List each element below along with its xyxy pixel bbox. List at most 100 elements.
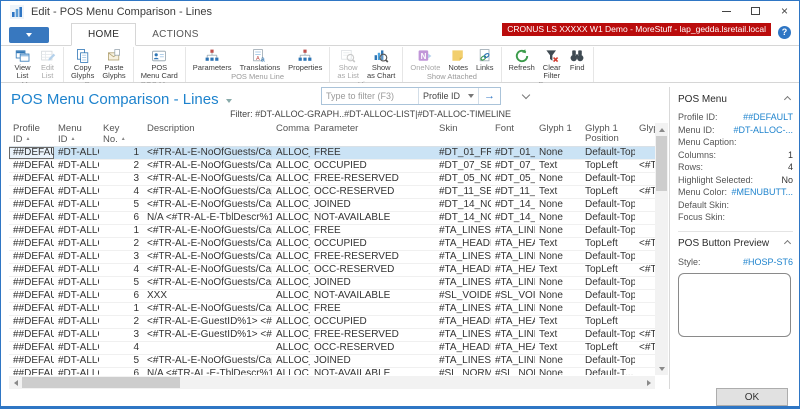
table-row[interactable]: ##DEFAULT#DT-ALLO...6N/A <#TR-AL-E-TblDe… bbox=[9, 212, 668, 225]
cell-parameter[interactable]: OCCUPIED bbox=[310, 238, 435, 250]
cell-glyph[interactable] bbox=[635, 147, 655, 159]
cell-glyph[interactable] bbox=[635, 173, 655, 185]
cell-profile-id[interactable]: ##DEFAULT bbox=[9, 368, 54, 375]
cell-glyph-1-position[interactable]: Default-Top... bbox=[581, 212, 635, 224]
cell-font[interactable]: #SL_VOIDED bbox=[491, 290, 535, 302]
cell-profile-id[interactable]: ##DEFAULT bbox=[9, 290, 54, 302]
cell-parameter[interactable]: NOT-AVAILABLE bbox=[310, 290, 435, 302]
cell-key-no[interactable]: 2 bbox=[99, 160, 143, 172]
table-row[interactable]: ##DEFAULT#DT-ALLO...6XXXALLOC_ST...NOT-A… bbox=[9, 290, 668, 303]
collapse-posmenu-icon[interactable] bbox=[784, 95, 791, 102]
cell-description[interactable]: <#TR-AL-E-NoOfGuests/Cap%1>\<#T... bbox=[143, 238, 272, 250]
cell-profile-id[interactable]: ##DEFAULT bbox=[9, 316, 54, 328]
cell-command[interactable]: ALLOC_ST... bbox=[272, 316, 310, 328]
cell-menu-id[interactable]: #DT-ALLO... bbox=[54, 225, 99, 237]
refresh-button[interactable]: Refresh bbox=[505, 47, 539, 72]
cell-key-no[interactable]: 5 bbox=[99, 277, 143, 289]
cell-glyph-1-position[interactable]: Default-Top... bbox=[581, 329, 635, 341]
cell-menu-id[interactable]: #DT-ALLO... bbox=[54, 329, 99, 341]
cell-glyph-1-position[interactable]: Default-Top... bbox=[581, 277, 635, 289]
cell-key-no[interactable]: 2 bbox=[99, 238, 143, 250]
scroll-right-button[interactable] bbox=[642, 376, 655, 389]
cell-skin[interactable]: #DT_14_NOT... bbox=[435, 199, 491, 211]
cell-parameter[interactable]: FREE-RESERVED bbox=[310, 173, 435, 185]
cell-command[interactable]: ALLOC_ST... bbox=[272, 290, 310, 302]
cell-skin[interactable]: #TA_LINES_ bbox=[435, 355, 491, 367]
cell-skin[interactable]: #TA_LINES bbox=[435, 225, 491, 237]
factbox-field-value[interactable]: #DT-ALLOC-... bbox=[733, 125, 793, 138]
cell-description[interactable] bbox=[143, 342, 272, 354]
paste-glyphs-button[interactable]: Paste Glyphs bbox=[98, 47, 129, 80]
translations-button[interactable]: aATranslations bbox=[236, 47, 285, 72]
cell-command[interactable]: ALLOC_ST... bbox=[272, 212, 310, 224]
cell-profile-id[interactable]: ##DEFAULT bbox=[9, 355, 54, 367]
table-row[interactable]: ##DEFAULT#DT-ALLO...4<#TR-AL-E-NoOfGuest… bbox=[9, 264, 668, 277]
cell-parameter[interactable]: OCC-RESERVED bbox=[310, 342, 435, 354]
cell-profile-id[interactable]: ##DEFAULT bbox=[9, 277, 54, 289]
cell-glyph-1-position[interactable]: Default-Top... bbox=[581, 173, 635, 185]
cell-description[interactable]: <#TR-AL-E-NoOfGuests/Cap%1>\<#T... bbox=[143, 251, 272, 263]
cell-description[interactable]: <#TR-AL-E-NoOfGuests/Cap%1> bbox=[143, 199, 272, 211]
cell-menu-id[interactable]: #DT-ALLO... bbox=[54, 251, 99, 263]
copy-glyphs-button[interactable]: Copy Glyphs bbox=[67, 47, 98, 80]
table-row[interactable]: ##DEFAULT#DT-ALLO...1<#TR-AL-E-NoOfGuest… bbox=[9, 303, 668, 316]
cell-description[interactable]: N/A <#TR-AL-E-TblDescr%1> bbox=[143, 212, 272, 224]
cell-glyph-1-position[interactable]: Default-Top... bbox=[581, 355, 635, 367]
cell-description[interactable]: <#TR-AL-E-GuestID%1> <#TR-AL-E-N... bbox=[143, 316, 272, 328]
cell-parameter[interactable]: FREE-RESERVED bbox=[310, 251, 435, 263]
cell-profile-id[interactable]: ##DEFAULT bbox=[9, 186, 54, 198]
cell-parameter[interactable]: OCC-RESERVED bbox=[310, 264, 435, 276]
cell-profile-id[interactable]: ##DEFAULT bbox=[9, 173, 54, 185]
cell-menu-id[interactable]: #DT-ALLO... bbox=[54, 316, 99, 328]
cell-skin[interactable]: #TA_HEADE... bbox=[435, 264, 491, 276]
view-list-button[interactable]: View List bbox=[10, 47, 35, 80]
cell-glyph-1[interactable]: Text bbox=[535, 329, 581, 341]
cell-description[interactable]: N/A <#TR-AL-E-TblDescr%1> bbox=[143, 368, 272, 375]
properties-button[interactable]: Properties bbox=[284, 47, 326, 72]
vertical-scroll-thumb[interactable] bbox=[656, 136, 667, 191]
scroll-up-button[interactable] bbox=[655, 123, 668, 136]
table-row[interactable]: ##DEFAULT#DT-ALLO...3<#TR-AL-E-GuestID%1… bbox=[9, 329, 668, 342]
cell-skin[interactable]: #DT_07_SENT bbox=[435, 160, 491, 172]
cell-menu-id[interactable]: #DT-ALLO... bbox=[54, 303, 99, 315]
cell-command[interactable]: ALLOC_ST... bbox=[272, 238, 310, 250]
column-header-glyph-1-position[interactable]: Glyph 1 Position bbox=[581, 123, 635, 146]
cell-glyph-1[interactable]: None bbox=[535, 173, 581, 185]
cell-key-no[interactable]: 1 bbox=[99, 303, 143, 315]
style-value-link[interactable]: #HOSP-ST6 bbox=[743, 257, 793, 270]
cell-glyph-1[interactable]: None bbox=[535, 368, 581, 375]
cell-menu-id[interactable]: #DT-ALLO... bbox=[54, 355, 99, 367]
cell-command[interactable]: ALLOC_ST... bbox=[272, 329, 310, 341]
table-row[interactable]: ##DEFAULT#DT-ALLO...5<#TR-AL-E-NoOfGuest… bbox=[9, 277, 668, 290]
cell-key-no[interactable]: 3 bbox=[99, 251, 143, 263]
cell-skin[interactable]: #DT_01_FREE bbox=[435, 147, 491, 159]
collapse-preview-icon[interactable] bbox=[784, 240, 791, 247]
cell-glyph-1[interactable]: None bbox=[535, 147, 581, 159]
cell-skin[interactable]: #SL_VOIDED bbox=[435, 290, 491, 302]
cell-parameter[interactable]: JOINED bbox=[310, 277, 435, 289]
cell-description[interactable]: <#TR-AL-E-NoOfGuests/Cap%1>\<#T... bbox=[143, 147, 272, 159]
cell-profile-id[interactable]: ##DEFAULT bbox=[9, 147, 54, 159]
table-row[interactable]: ##DEFAULT#DT-ALLO...6N/A <#TR-AL-E-TblDe… bbox=[9, 368, 668, 375]
cell-skin[interactable]: #DT_05_NOT... bbox=[435, 173, 491, 185]
ok-button[interactable]: OK bbox=[716, 388, 788, 406]
cell-glyph-1[interactable]: None bbox=[535, 277, 581, 289]
cell-glyph-1-position[interactable]: TopLeft bbox=[581, 238, 635, 250]
cell-skin[interactable]: #TA_HEADE... bbox=[435, 342, 491, 354]
cell-skin[interactable]: #TA_LINES_ bbox=[435, 303, 491, 315]
cell-glyph[interactable] bbox=[635, 316, 655, 328]
cell-glyph[interactable]: <#TR bbox=[635, 186, 655, 198]
cell-glyph[interactable] bbox=[635, 212, 655, 224]
table-row[interactable]: ##DEFAULT#DT-ALLO...2<#TR-AL-E-NoOfGuest… bbox=[9, 160, 668, 173]
cell-menu-id[interactable]: #DT-ALLO... bbox=[54, 160, 99, 172]
cell-glyph-1-position[interactable]: Default-Top... bbox=[581, 303, 635, 315]
table-row[interactable]: ##DEFAULT#DT-ALLO...1<#TR-AL-E-NoOfGuest… bbox=[9, 225, 668, 238]
cell-profile-id[interactable]: ##DEFAULT bbox=[9, 251, 54, 263]
vertical-scrollbar[interactable] bbox=[655, 123, 668, 375]
cell-command[interactable]: ALLOC_ST... bbox=[272, 368, 310, 375]
scroll-left-button[interactable] bbox=[9, 376, 22, 389]
cell-glyph[interactable]: <#TR bbox=[635, 264, 655, 276]
filter-field-select[interactable]: Profile ID bbox=[419, 91, 464, 101]
cell-glyph-1-position[interactable]: TopLeft bbox=[581, 342, 635, 354]
cell-glyph-1-position[interactable]: Default-Top... bbox=[581, 199, 635, 211]
